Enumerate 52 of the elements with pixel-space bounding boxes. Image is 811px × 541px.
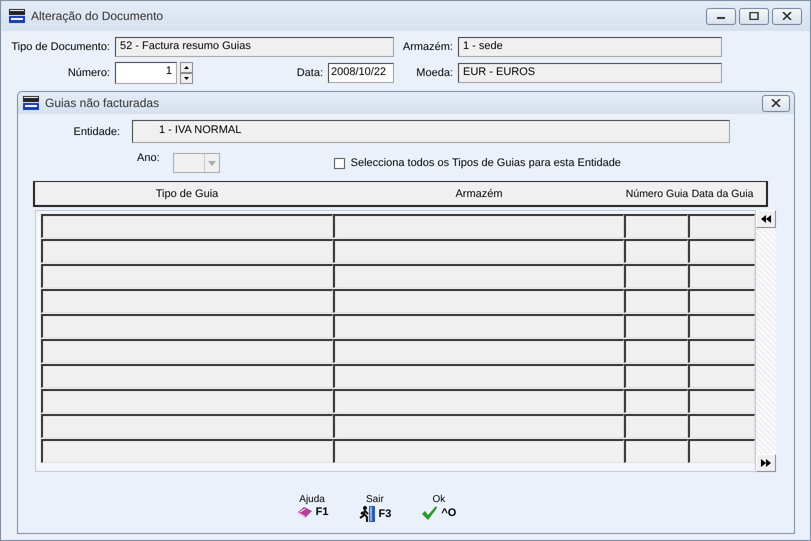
field-label: Número: (66, 67, 110, 79)
entity-field: 1 - IVA NORMAL (132, 120, 730, 143)
field-label: Entidade: (72, 126, 120, 138)
table-cell (624, 414, 688, 438)
field-label: Armazém: (402, 41, 453, 53)
checkbox[interactable] (334, 158, 345, 168)
column-header: Número Guia (625, 188, 689, 200)
close-icon (782, 12, 792, 20)
double-arrow-left-icon (761, 215, 771, 223)
dialog-title: Guias não facturadas (45, 96, 160, 110)
maximize-button[interactable] (739, 8, 769, 24)
field-label: Tipo de Documento: (10, 41, 110, 53)
table-cell (624, 264, 688, 288)
checkmark-icon (421, 505, 438, 521)
exit-button[interactable]: Sair F3 (354, 494, 396, 523)
minimize-button[interactable] (706, 8, 736, 24)
table-cell (624, 214, 688, 238)
maximize-icon (749, 12, 759, 20)
window-title: Alteração do Documento (31, 9, 164, 23)
field-label: Moeda: (415, 67, 453, 79)
scroll-up-button[interactable] (756, 210, 776, 228)
column-header: Tipo de Guia (154, 188, 220, 200)
close-icon (771, 99, 781, 107)
app-logo-icon (23, 96, 39, 110)
book-icon (296, 505, 313, 519)
close-button[interactable] (762, 94, 790, 112)
double-arrow-right-icon (761, 459, 771, 467)
date-input[interactable]: 2008/10/22 (328, 63, 394, 83)
close-button[interactable] (772, 8, 802, 24)
walking-figure-door-icon (358, 505, 376, 523)
checkbox-label[interactable]: Selecciona todos os Tipos de Guias para esta Entidade (350, 157, 621, 169)
table-cell (624, 389, 688, 413)
warehouse-field: 1 - sede (458, 37, 722, 57)
field-label: Data: (296, 67, 323, 79)
table-cell (624, 239, 688, 263)
scroll-down-button[interactable] (756, 454, 776, 472)
ok-button[interactable]: Ok ^O (417, 494, 460, 523)
table-cell (624, 339, 688, 363)
column-header: Armazém (454, 188, 504, 200)
currency-field: EUR - EUROS (458, 63, 722, 83)
number-input[interactable]: 1 (115, 62, 177, 84)
app-logo-icon (9, 9, 25, 23)
help-button[interactable]: Ajuda F1 (292, 494, 332, 523)
document-type-field: 52 - Factura resumo Guias (115, 37, 394, 57)
table-cell (624, 364, 688, 388)
table-cell (624, 289, 688, 313)
column-header: Data da Guia (690, 188, 754, 200)
spin-button[interactable] (180, 62, 193, 84)
field-label: Ano: (137, 152, 160, 164)
dropdown-arrow-icon (208, 160, 216, 166)
table-cell (624, 314, 688, 338)
table-cell (624, 439, 688, 463)
